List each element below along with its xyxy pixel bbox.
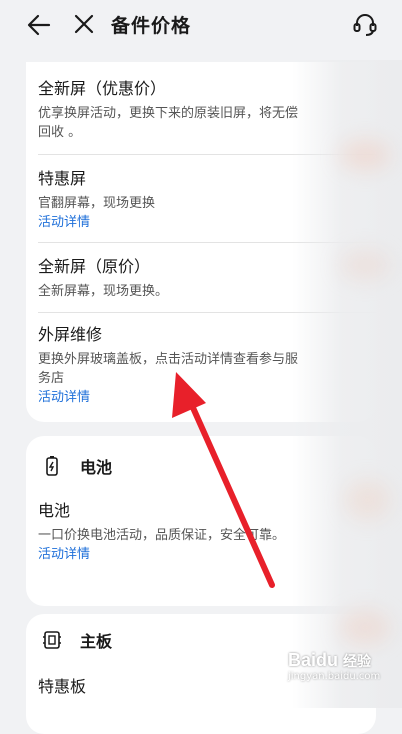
customer-service-icon[interactable] [351, 11, 379, 39]
item-title: 特惠板 [38, 677, 87, 696]
section-header: 主板 [42, 628, 112, 652]
activity-details-link[interactable]: 活动详情 [38, 213, 376, 232]
item-desc: 全新屏幕，现场更换。 [38, 284, 169, 299]
item-title: 全新屏（原价） [38, 257, 151, 276]
list-item[interactable]: 特惠板 [38, 676, 376, 698]
item-desc: 一口价换电池活动，品质保证，安全可靠。 [38, 528, 286, 543]
motherboard-section-card: 主板 特惠板 [26, 614, 376, 734]
activity-details-link[interactable]: 活动详情 [38, 388, 376, 407]
list-item[interactable]: 全新屏（原价） 全新屏幕，现场更换。 [38, 256, 376, 301]
item-title: 电池 [38, 501, 71, 520]
item-title: 外屏维修 [38, 325, 103, 344]
divider [38, 242, 376, 243]
list-item[interactable]: 特惠屏 官翻屏幕，现场更换 活动详情 [38, 168, 376, 232]
item-title: 全新屏（优惠价） [38, 79, 167, 98]
section-title: 主板 [80, 632, 113, 651]
motherboard-icon [43, 631, 61, 649]
divider [38, 154, 376, 155]
battery-icon [46, 456, 58, 476]
list-item[interactable]: 外屏维修 更换外屏玻璃盖板，点击活动详情查看参与服务店 活动详情 [38, 324, 376, 407]
item-desc: 官翻屏幕，现场更换 [38, 196, 156, 211]
page-title: 备件价格 [111, 15, 192, 37]
item-desc: 优享换屏活动，更换下来的原装旧屏，将无偿回收 。 [38, 106, 299, 140]
divider [38, 312, 376, 313]
top-bar: 备件价格 [0, 0, 402, 54]
activity-details-link[interactable]: 活动详情 [38, 545, 376, 564]
section-header: 电池 [42, 454, 112, 478]
close-icon[interactable] [72, 12, 96, 36]
list-item[interactable]: 电池 一口价换电池活动，品质保证，安全可靠。 活动详情 [38, 500, 376, 564]
item-title: 特惠屏 [38, 169, 87, 188]
item-desc: 更换外屏玻璃盖板，点击活动详情查看参与服务店 [38, 352, 299, 386]
list-item[interactable]: 全新屏（优惠价） 优享换屏活动，更换下来的原装旧屏，将无偿回收 。 [38, 78, 376, 142]
battery-section-card: 电池 电池 一口价换电池活动，品质保证，安全可靠。 活动详情 [26, 436, 376, 606]
screen-section-card: 全新屏（优惠价） 优享换屏活动，更换下来的原装旧屏，将无偿回收 。 特惠屏 官翻… [26, 62, 376, 422]
arrow-left-icon[interactable] [26, 12, 52, 38]
section-title: 电池 [80, 458, 113, 477]
